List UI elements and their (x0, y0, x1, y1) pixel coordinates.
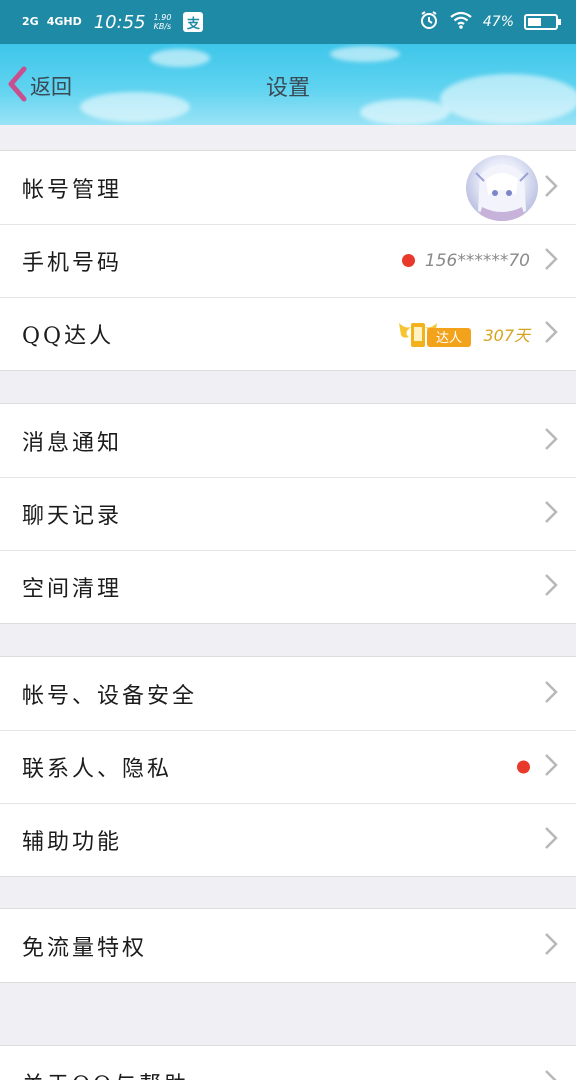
row-label: 空间清理 (22, 576, 123, 602)
settings-row-notifications[interactable]: 消息通知 (0, 404, 576, 477)
network-speed: 1.90 KB/s (154, 13, 172, 31)
chevron-right-icon (544, 573, 558, 601)
chevron-right-icon (544, 427, 558, 455)
settings-group-data: 免流量特权 (0, 908, 576, 983)
settings-row-account-device-security[interactable]: 帐号、设备安全 (0, 657, 576, 730)
settings-group-about: 关于QQ与帮助 (0, 1045, 576, 1080)
page-title: 设置 (265, 76, 310, 101)
signal-indicator-4g: 4GHD (46, 15, 82, 28)
settings-row-about-help[interactable]: 关于QQ与帮助 (0, 1046, 576, 1080)
settings-group-messages: 消息通知 聊天记录 空间清理 (0, 403, 576, 624)
daren-days: 307天 (483, 325, 530, 345)
settings-row-phone-number[interactable]: 手机号码 156******70 (0, 224, 576, 297)
signal-label-2g: 2G (22, 15, 39, 28)
row-label: 辅助功能 (22, 829, 123, 855)
chevron-right-icon (544, 500, 558, 528)
settings-row-account-management[interactable]: 帐号管理 (0, 151, 576, 224)
row-label: 帐号、设备安全 (22, 683, 198, 709)
settings-group-account: 帐号管理 手机号码 156******70 QQ达人 达人 307天 (0, 150, 576, 371)
settings-row-chat-history[interactable]: 聊天记录 (0, 477, 576, 550)
app-notification-icon: 支 (183, 12, 204, 32)
daren-badge-icon: 达人 (397, 317, 473, 351)
settings-group-security: 帐号、设备安全 联系人、隐私 辅助功能 (0, 656, 576, 877)
row-label: 免流量特权 (22, 935, 148, 961)
network-speed-value: 1.90 (153, 13, 172, 22)
chevron-right-icon (544, 680, 558, 708)
row-label: 关于QQ与帮助 (22, 1067, 189, 1080)
row-label: 手机号码 (22, 250, 123, 276)
row-label: 帐号管理 (22, 177, 123, 203)
row-label: 消息通知 (22, 430, 123, 456)
status-bar: 2G 4GHD 10:55 1.90 KB/s 支 47% (0, 0, 576, 44)
avatar (466, 154, 538, 221)
battery-percent: 47% (482, 14, 514, 30)
settings-row-free-data[interactable]: 免流量特权 (0, 909, 576, 982)
battery-icon (524, 14, 561, 30)
row-label: 聊天记录 (22, 503, 123, 529)
settings-row-contacts-privacy[interactable]: 联系人、隐私 (0, 730, 576, 803)
network-speed-unit: KB/s (153, 22, 172, 31)
row-label: QQ达人 (22, 323, 115, 349)
phone-number-value: 156******70 (424, 250, 530, 271)
chevron-right-icon (544, 826, 558, 854)
signal-label-4g: 4GHD (46, 15, 82, 28)
chevron-right-icon (544, 174, 558, 202)
settings-row-storage-cleanup[interactable]: 空间清理 (0, 550, 576, 623)
header: 返回 设置 (0, 44, 576, 125)
row-label: 联系人、隐私 (22, 756, 173, 782)
chevron-right-icon (544, 932, 558, 960)
chevron-right-icon (544, 247, 558, 275)
alarm-icon (419, 10, 439, 34)
red-dot-badge (517, 760, 530, 773)
daren-badge-text: 达人 (436, 331, 462, 346)
chevron-right-icon (544, 1069, 558, 1080)
clock: 10:55 (93, 11, 146, 33)
wifi-icon (449, 11, 473, 33)
settings-row-qq-daren[interactable]: QQ达人 达人 307天 (0, 297, 576, 370)
red-dot-badge (401, 254, 415, 267)
settings-row-accessibility[interactable]: 辅助功能 (0, 803, 576, 876)
chevron-right-icon (544, 753, 558, 781)
chevron-right-icon (544, 320, 558, 348)
signal-indicator: 2G (22, 15, 39, 28)
